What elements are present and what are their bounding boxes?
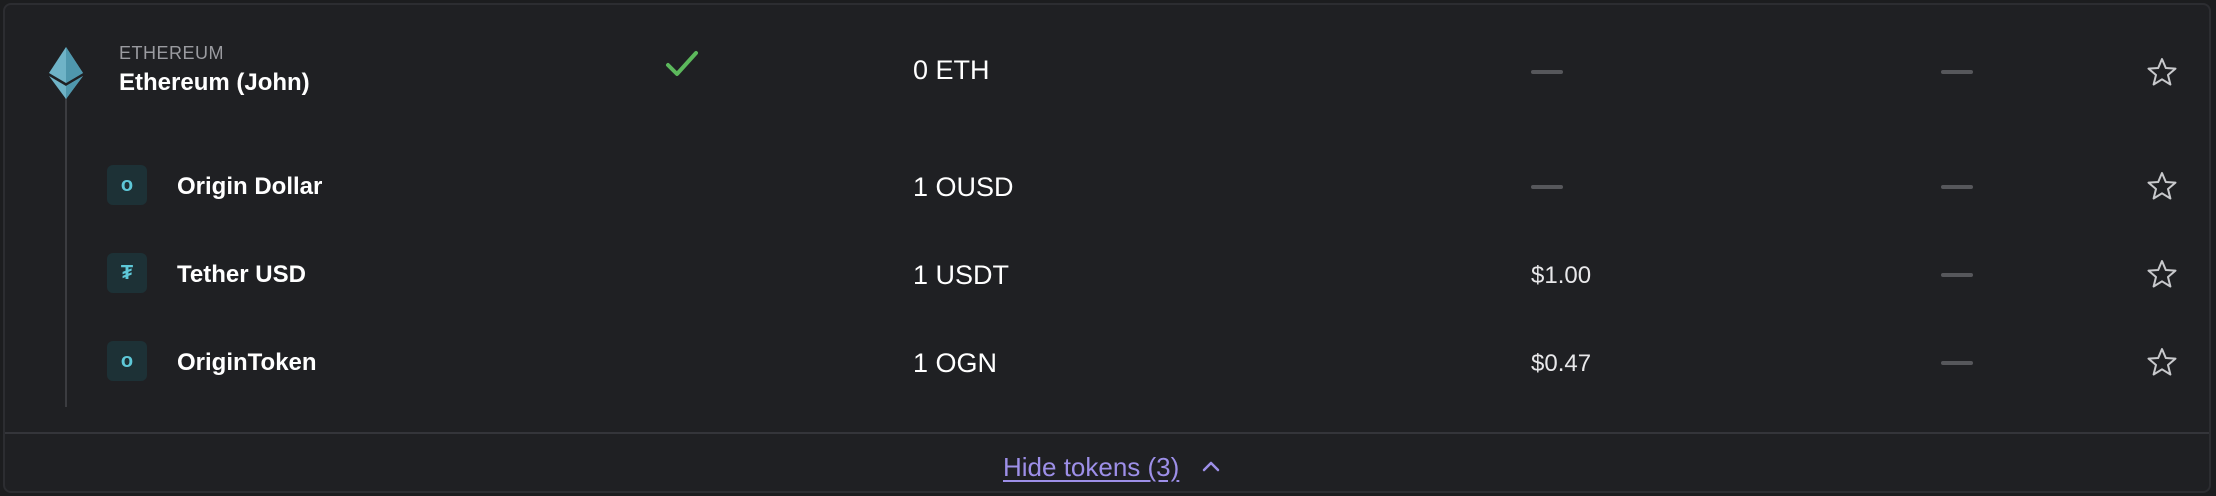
- price-placeholder-dash: [1531, 70, 1563, 74]
- token-row[interactable]: o Origin Dollar 1 OUSD: [5, 147, 2209, 227]
- hide-tokens-link[interactable]: Hide tokens (3): [1003, 452, 1179, 483]
- price-placeholder-dash: [1531, 185, 1563, 189]
- favorite-star-icon[interactable]: [2147, 57, 2177, 87]
- change-placeholder-dash: [1941, 185, 1973, 189]
- favorite-star-icon[interactable]: [2147, 347, 2177, 377]
- token-balance: 1 OUSD: [913, 172, 1014, 202]
- token-row[interactable]: ₮ Tether USD 1 USDT $1.00: [5, 235, 2209, 315]
- token-balance: 1 OGN: [913, 348, 998, 378]
- origin-token-icon: o: [107, 341, 147, 381]
- token-balance: 1 USDT: [913, 260, 1010, 290]
- favorite-star-icon[interactable]: [2147, 171, 2177, 201]
- token-name: Tether USD: [177, 261, 306, 288]
- token-row[interactable]: o OriginToken 1 OGN $0.47: [5, 323, 2209, 403]
- favorite-star-icon[interactable]: [2147, 259, 2177, 289]
- tether-icon: ₮: [107, 253, 147, 293]
- change-placeholder-dash: [1941, 273, 1973, 277]
- network-label: ETHEREUM: [119, 43, 225, 63]
- origin-dollar-icon: o: [107, 165, 147, 205]
- chevron-up-icon[interactable]: [1201, 459, 1221, 473]
- checkmark-icon: [666, 51, 698, 76]
- change-placeholder-dash: [1941, 70, 1973, 74]
- token-name: Origin Dollar: [177, 173, 323, 200]
- footer-divider: [5, 432, 2209, 434]
- token-price: $1.00: [1531, 262, 1592, 289]
- account-tokens-panel: ETHEREUM Ethereum (John) 0 ETH o Origin …: [3, 3, 2211, 493]
- ethereum-icon: [49, 47, 83, 99]
- account-balance: 0 ETH: [913, 55, 990, 85]
- account-row[interactable]: ETHEREUM Ethereum (John) 0 ETH: [5, 29, 2209, 117]
- account-name: Ethereum (John): [119, 69, 310, 96]
- token-price: $0.47: [1531, 350, 1592, 377]
- token-name: OriginToken: [177, 349, 317, 376]
- change-placeholder-dash: [1941, 361, 1973, 365]
